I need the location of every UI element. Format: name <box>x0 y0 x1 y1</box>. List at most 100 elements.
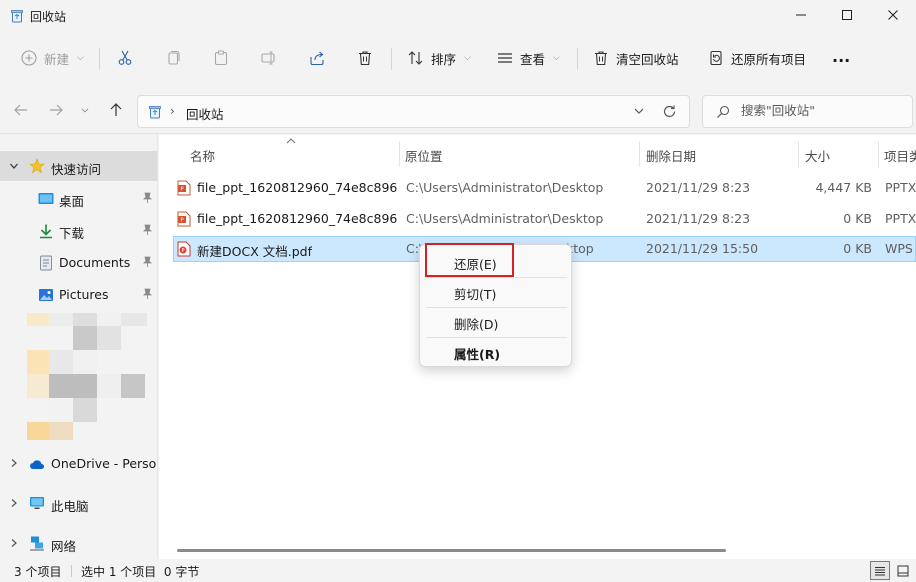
chevron-down-icon: ⌵ <box>77 53 84 63</box>
column-divider[interactable] <box>798 141 799 167</box>
command-bar: 新建 ⌵ 排序 ⌵ 查看 ⌵ 清空回收站 还原所有项目 ... <box>0 32 916 84</box>
copy-icon <box>168 50 180 65</box>
sidebar-item-quick-access[interactable]: 快速访问 <box>0 151 157 181</box>
pin-icon <box>143 192 152 203</box>
details-view-button[interactable] <box>870 561 890 580</box>
table-row[interactable]: P file_ppt_1620812960_74e8c896d... C:\Us… <box>173 206 916 232</box>
chevron-right-icon[interactable] <box>9 458 19 468</box>
chevron-down-icon[interactable] <box>633 105 645 117</box>
horizontal-scrollbar[interactable] <box>177 549 726 552</box>
pictures-icon <box>39 289 53 301</box>
forward-button[interactable] <box>48 102 64 118</box>
more-options-button[interactable]: ... <box>832 44 850 68</box>
status-bar: 3 个项目 选中 1 个项目 0 字节 <box>0 559 916 582</box>
cloud-icon <box>30 460 44 469</box>
chevron-right-icon[interactable] <box>9 538 19 548</box>
maximize-button[interactable] <box>824 0 870 30</box>
rename-button[interactable] <box>260 46 278 70</box>
download-icon <box>40 224 52 239</box>
arrow-up-icon <box>110 103 122 116</box>
sidebar-item-downloads[interactable]: 下载 <box>0 215 157 245</box>
menu-separator <box>426 307 567 308</box>
sidebar-item-documents[interactable]: Documents <box>0 247 157 277</box>
paste-button[interactable] <box>212 46 230 70</box>
window-title: 回收站 <box>30 10 67 24</box>
column-header-name[interactable]: 名称 <box>190 146 215 165</box>
delete-button[interactable] <box>356 46 374 70</box>
file-date: 2021/11/29 8:23 <box>646 180 751 195</box>
sidebar-item-label: 下载 <box>59 226 85 241</box>
minimize-button[interactable] <box>778 0 824 30</box>
item-count: 3 个项目 <box>14 565 62 579</box>
plus-circle-icon <box>21 50 37 66</box>
share-button[interactable] <box>308 46 326 70</box>
file-date: 2021/11/29 15:50 <box>646 241 759 256</box>
chevron-right-icon[interactable] <box>9 498 19 508</box>
column-header-original-location[interactable]: 原位置 <box>405 146 443 165</box>
selection-info: 选中 1 个项目 0 字节 <box>81 565 200 579</box>
back-button[interactable] <box>13 102 29 118</box>
search-box[interactable] <box>702 95 913 128</box>
sidebar-item-label: 桌面 <box>59 194 85 209</box>
sidebar-item-label: 此电脑 <box>51 499 89 514</box>
pin-icon <box>143 288 152 299</box>
address-bar[interactable]: › 回收站 <box>137 95 690 128</box>
navigation-pane: 快速访问 桌面 下载 Documents Pictures OneDrive -… <box>0 135 158 559</box>
table-row[interactable]: P file_ppt_1620812960_74e8c896d... C:\Us… <box>173 175 916 201</box>
sidebar-item-onedrive[interactable]: OneDrive - Persor <box>0 448 157 478</box>
tiles-view-button[interactable] <box>893 561 913 580</box>
pptx-file-icon: P <box>177 180 191 196</box>
column-divider[interactable] <box>639 141 640 167</box>
search-input[interactable] <box>741 103 906 118</box>
chevron-down-icon[interactable] <box>9 161 19 171</box>
menu-item-label: 删除(D) <box>454 317 499 332</box>
title-bar: 回收站 <box>0 0 916 32</box>
recycle-bin-icon <box>149 106 161 119</box>
menu-item-delete[interactable]: 删除(D) <box>425 309 566 335</box>
sort-label: 排序 <box>431 51 457 67</box>
menu-item-label: 属性(R) <box>454 347 501 362</box>
empty-recycle-bin-button[interactable]: 清空回收站 <box>592 46 679 70</box>
file-location: C:\Users\Administrator\Desktop <box>406 180 604 195</box>
sidebar-item-label: Documents <box>59 255 131 270</box>
recycle-bin-icon <box>11 10 23 23</box>
new-button[interactable]: 新建 ⌵ <box>20 46 84 70</box>
sidebar-item-this-pc[interactable]: 此电脑 <box>0 488 157 518</box>
sidebar-item-pictures[interactable]: Pictures <box>0 279 157 309</box>
recent-locations-button[interactable] <box>80 102 90 118</box>
sidebar-item-network[interactable]: 网络 <box>0 528 157 558</box>
network-icon <box>30 536 44 551</box>
refresh-icon[interactable] <box>662 104 677 119</box>
up-button[interactable] <box>108 102 124 118</box>
chevron-down-icon: ⌵ <box>553 53 560 63</box>
breadcrumb-separator: › <box>170 104 175 118</box>
cut-button[interactable] <box>116 46 134 70</box>
restore-all-button[interactable]: 还原所有项目 <box>707 46 806 70</box>
view-button[interactable]: 查看 ⌵ <box>496 46 560 70</box>
arrow-right-icon <box>50 104 63 116</box>
close-button[interactable] <box>870 0 916 30</box>
menu-item-label: 剪切(T) <box>454 287 497 302</box>
desktop-icon <box>38 193 54 204</box>
column-divider[interactable] <box>399 141 400 167</box>
column-divider[interactable] <box>878 141 879 167</box>
column-header-date-deleted[interactable]: 删除日期 <box>646 146 696 165</box>
sort-button[interactable]: 排序 ⌵ <box>407 46 471 70</box>
list-view-icon <box>498 53 512 63</box>
column-header-item-type[interactable]: 项目类 <box>884 146 916 165</box>
file-size: 0 KB <box>843 211 872 226</box>
trash-icon <box>359 51 371 66</box>
menu-item-properties[interactable]: 属性(R) <box>425 339 566 365</box>
column-header-size[interactable]: 大小 <box>805 146 830 165</box>
sidebar-item-desktop[interactable]: 桌面 <box>0 183 157 213</box>
sort-icon <box>408 51 423 65</box>
copy-button[interactable] <box>164 46 182 70</box>
rename-icon <box>261 51 275 65</box>
file-location: C:\Users\Administrator\Desktop <box>406 211 604 226</box>
menu-item-cut[interactable]: 剪切(T) <box>425 279 566 305</box>
status-divider <box>71 565 72 577</box>
file-name: file_ppt_1620812960_74e8c896d... <box>197 211 397 226</box>
toolbar-divider <box>391 48 392 70</box>
documents-icon <box>40 255 52 271</box>
breadcrumb-recycle-bin[interactable]: 回收站 <box>186 104 224 123</box>
